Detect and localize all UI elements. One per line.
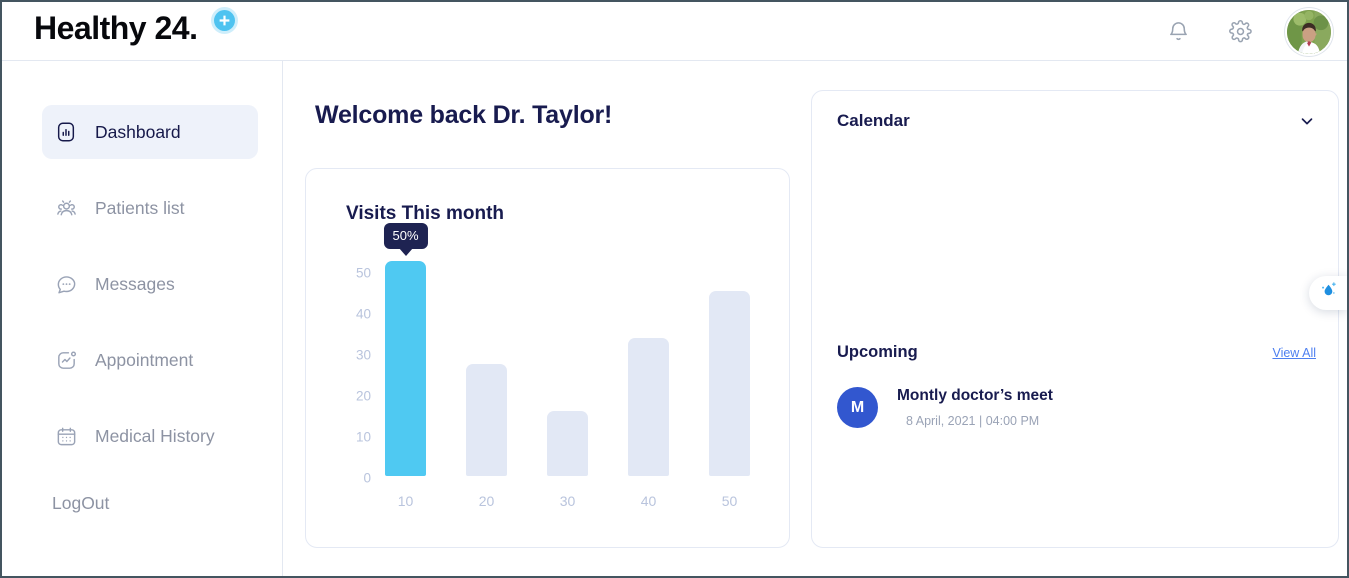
calendar-card: Calendar Upcoming View All M Montly doct…	[811, 90, 1339, 548]
bell-icon[interactable]	[1161, 15, 1195, 49]
x-tick-label: 30	[559, 493, 576, 509]
sidebar-item-messages[interactable]: Messages	[42, 257, 258, 311]
chevron-down-icon[interactable]	[1298, 112, 1316, 130]
app-header: Healthy 24.	[2, 2, 1347, 61]
x-tick-label: 20	[478, 493, 495, 509]
event-time: 8 April, 2021 | 04:00 PM	[906, 414, 1040, 428]
chart-bars: 50%	[383, 223, 760, 476]
sidebar-item-appointment[interactable]: Appointment	[42, 333, 258, 387]
gear-icon[interactable]	[1223, 15, 1257, 49]
upcoming-title: Upcoming	[837, 343, 918, 361]
app-logo[interactable]: Healthy 24.	[34, 8, 235, 48]
x-tick-label: 10	[397, 493, 414, 509]
view-all-link[interactable]: View All	[1272, 346, 1316, 360]
bar-column[interactable]	[709, 261, 750, 476]
sidebar-item-label: Messages	[95, 273, 175, 294]
y-tick-label: 50	[355, 265, 371, 281]
chart-x-axis: 10 20 30 40 50	[385, 493, 760, 509]
chart-y-axis: 50 40 30 20 10 0	[339, 261, 371, 486]
x-tick-label: 50	[721, 493, 738, 509]
avatar[interactable]	[1285, 7, 1333, 56]
y-tick-label: 30	[355, 347, 371, 363]
sidebar-item-medical-history[interactable]: Medical History	[42, 409, 258, 463]
calendar-icon	[54, 424, 78, 448]
bar[interactable]	[547, 411, 588, 476]
bar-chart: 50 40 30 20 10 0 50% 10 20 30 40 50	[339, 223, 760, 511]
medical-cross-icon	[214, 10, 235, 31]
bar-active[interactable]	[385, 261, 426, 476]
users-group-icon	[54, 196, 78, 220]
chart-title: Visits This month	[346, 203, 505, 224]
list-item[interactable]: M Montly doctor’s meet 8 April, 2021 | 0…	[837, 387, 1053, 428]
bar-column[interactable]: 50%	[383, 223, 428, 476]
chart-tooltip: 50%	[383, 223, 428, 256]
calendar-header: Calendar	[837, 111, 1316, 131]
logout-button[interactable]: LogOut	[52, 485, 258, 521]
theme-picker-button[interactable]	[1309, 276, 1347, 310]
sidebar-item-label: Appointment	[95, 349, 194, 370]
chat-bubble-dots-icon	[54, 272, 78, 296]
y-tick-label: 10	[355, 429, 371, 445]
water-drop-sparkle-icon	[1317, 280, 1339, 307]
header-actions	[1161, 2, 1333, 61]
x-tick-label: 40	[640, 493, 657, 509]
bar-chart-box-icon	[54, 120, 78, 144]
event-avatar: M	[837, 387, 878, 428]
bar[interactable]	[709, 291, 750, 476]
bar-column[interactable]	[466, 261, 507, 476]
page-title: Welcome back Dr. Taylor!	[315, 101, 613, 129]
bar-column[interactable]	[547, 261, 588, 476]
sidebar-item-dashboard[interactable]: Dashboard	[42, 105, 258, 159]
activity-box-icon	[54, 348, 78, 372]
logout-label: LogOut	[52, 492, 110, 513]
y-tick-label: 0	[363, 470, 371, 486]
sidebar-item-patients-list[interactable]: Patients list	[42, 181, 258, 235]
sidebar: Dashboard Patients list Messages Appoint…	[2, 61, 283, 576]
sidebar-item-label: Dashboard	[95, 121, 181, 142]
sidebar-item-label: Medical History	[95, 425, 215, 446]
logo-text: Healthy 24.	[34, 10, 198, 46]
calendar-title: Calendar	[837, 111, 910, 130]
main-content: Welcome back Dr. Taylor! Visits This mon…	[284, 61, 1347, 576]
dashboard-page: Healthy 24. Dashboard Patients list Mess…	[0, 0, 1349, 578]
y-tick-label: 20	[355, 388, 371, 404]
bar-column[interactable]	[628, 261, 669, 476]
event-name: Montly doctor’s meet	[897, 387, 1053, 404]
upcoming-header: Upcoming View All	[837, 343, 1316, 362]
sidebar-item-label: Patients list	[95, 197, 185, 218]
bar[interactable]	[628, 338, 669, 476]
y-tick-label: 40	[355, 306, 371, 322]
bar[interactable]	[466, 364, 507, 476]
visits-chart-card: Visits This month 50 40 30 20 10 0 50% 1…	[305, 168, 790, 548]
